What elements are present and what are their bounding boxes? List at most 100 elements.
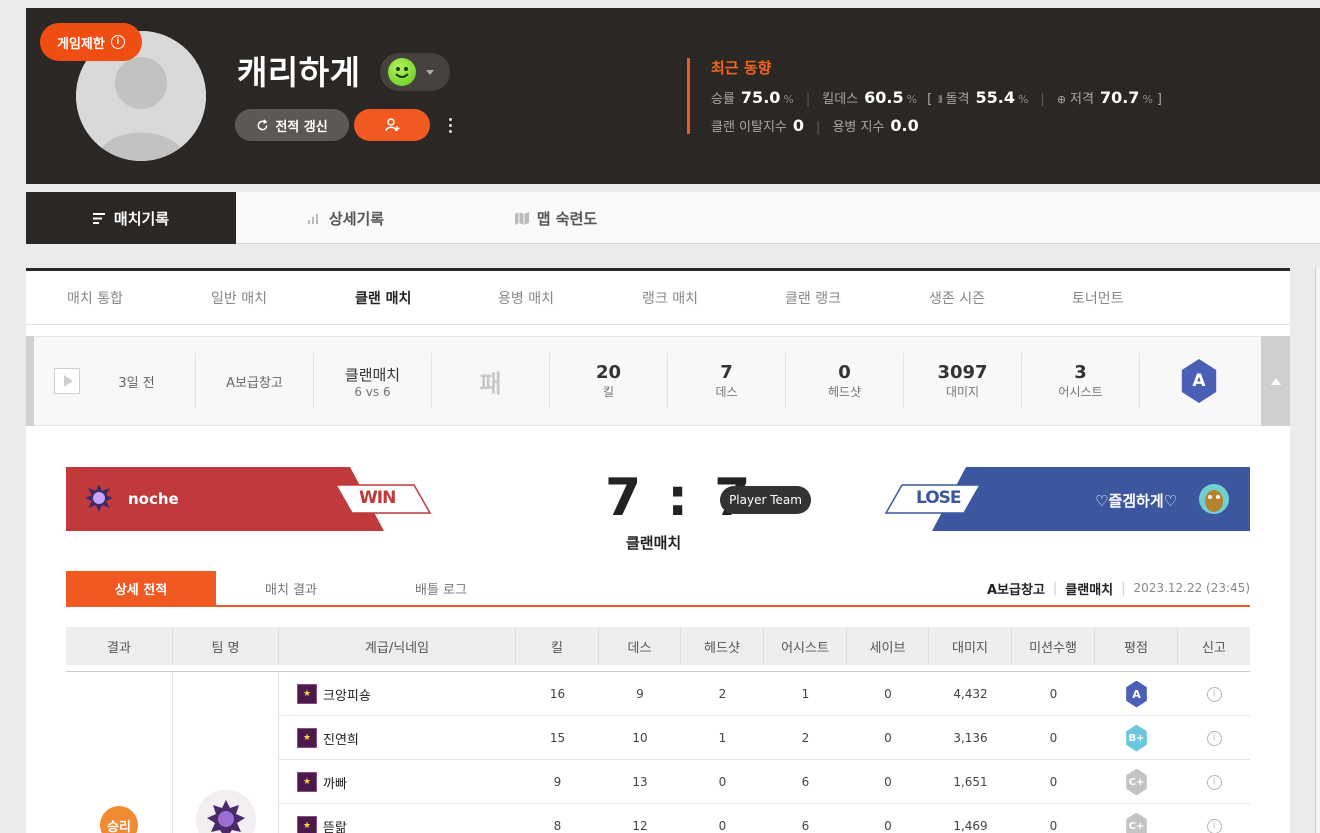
tab-match-record[interactable]: 매치기록 <box>26 192 236 244</box>
rank-icon: ★ <box>297 684 317 704</box>
chevron-down-icon <box>426 69 434 75</box>
player-cell[interactable]: ★ 크앙피숑 <box>297 672 516 716</box>
win-label: WIN <box>359 488 396 508</box>
damage-cell: 1,469 <box>953 819 988 833</box>
kill-cell: 15 <box>549 731 566 745</box>
save-cell: 0 <box>884 687 892 701</box>
subtab-clan[interactable]: 클랜 매치 <box>355 271 411 325</box>
col-death: 데스 <box>599 627 681 665</box>
win-team-name: noche <box>128 490 179 508</box>
match-mode: 클랜매치 <box>1065 582 1114 598</box>
add-friend-button[interactable] <box>354 109 430 141</box>
add-user-icon <box>385 118 400 132</box>
grade-cell: C+ <box>1095 760 1178 804</box>
more-options-icon[interactable] <box>444 111 456 139</box>
unit: % <box>1017 93 1029 106</box>
rifle-icon: ⦀ <box>938 95 943 106</box>
headshot-value: 0 <box>838 362 851 383</box>
recent-trend-title: 최근 동향 <box>711 59 772 77</box>
assist-cell: 6 <box>801 775 810 789</box>
save-cell: 0 <box>884 731 892 745</box>
rifle-value: 55.4 <box>975 88 1015 107</box>
unit: % <box>906 93 918 106</box>
recent-stats-row: 승률 75.0% | 킬데스 60.5% [ ⦀ 돌격 55.4% | ⊕ 저격 70.7%… <box>711 88 1162 107</box>
match-time: 3일 전 <box>78 353 196 409</box>
col-grade: 평점 <box>1095 627 1178 665</box>
win-team-bar: noche WIN <box>66 467 432 531</box>
kill-label: 킬 <box>602 385 615 399</box>
refresh-button[interactable]: 전적 갱신 <box>235 109 349 141</box>
mission-cell: 0 <box>1049 731 1058 745</box>
subtab-tournament[interactable]: 토너먼트 <box>1072 271 1124 325</box>
report-icon[interactable]: i <box>1206 686 1222 702</box>
table-row: ★ 까빠 9 13 0 6 0 1,651 0 C+ i <box>279 760 1250 804</box>
stats-table-header: 결과 팀 명 계급/닉네임 킬 데스 헤드샷 어시스트 세이브 대미지 미션수행… <box>66 627 1250 665</box>
report-icon[interactable]: i <box>1206 818 1222 833</box>
unit: % <box>1142 93 1153 106</box>
player-name: 까빠 <box>323 776 347 792</box>
side-panel-edge <box>1315 268 1320 833</box>
tab-label: 맵 숙련도 <box>536 209 598 228</box>
tab-battle-log[interactable]: 배틀 로그 <box>366 571 516 605</box>
mission-cell: 0 <box>1049 687 1058 701</box>
mission-cell: 0 <box>1049 819 1058 833</box>
match-mode: 클랜매치 6 vs 6 <box>314 353 432 409</box>
subtab-clan-rank[interactable]: 클랜 랭크 <box>785 271 841 325</box>
tab-detail-record[interactable]: 상세기록 <box>276 192 416 244</box>
subtab-all[interactable]: 매치 통합 <box>67 271 123 325</box>
result-strip <box>26 336 34 426</box>
tab-detail-stats[interactable]: 상세 전적 <box>66 571 216 605</box>
headshot-cell: 0 <box>718 775 727 789</box>
nickname: 캐리하게 <box>237 53 361 92</box>
report-icon[interactable]: i <box>1206 730 1222 746</box>
mode-name: 클랜매치 <box>344 365 401 384</box>
player-cell[interactable]: ★ 진연희 <box>297 716 516 760</box>
damage-cell: 1,651 <box>953 775 988 789</box>
player-cell[interactable]: ★ 뜯랆 <box>297 804 516 833</box>
play-replay-button[interactable] <box>54 368 80 394</box>
subtab-survival[interactable]: 생존 시즌 <box>929 271 985 325</box>
match-type-label: 클랜매치 <box>626 534 682 552</box>
rank-icon: ★ <box>297 728 317 748</box>
grade-badge: B+ <box>1126 724 1147 752</box>
assist-label: 어시스트 <box>1058 385 1103 399</box>
grade-cell: A <box>1095 672 1178 716</box>
list-icon <box>92 212 105 224</box>
death-cell: 12 <box>632 819 648 833</box>
damage-cell: 3,136 <box>953 731 988 745</box>
col-kill: 킬 <box>516 627 599 665</box>
col-headshot: 헤드샷 <box>681 627 764 665</box>
match-summary-row[interactable]: 3일 전 A보급창고 클랜매치 6 vs 6 패 20 킬 7 데스 0 헤드샷 309… <box>34 336 1290 426</box>
recent-divider <box>687 58 690 134</box>
tab-match-result[interactable]: 매치 결과 <box>216 571 366 605</box>
collapse-button[interactable] <box>1261 336 1290 426</box>
col-assist: 어시스트 <box>764 627 847 665</box>
subtab-rank[interactable]: 랭크 매치 <box>642 271 698 325</box>
lose-label: LOSE <box>916 488 962 508</box>
tab-map-proficiency[interactable]: 맵 숙련도 <box>486 192 626 244</box>
subtab-merc[interactable]: 용병 매치 <box>498 271 554 325</box>
headshot-cell: 0 <box>718 819 727 833</box>
report-cell: i <box>1178 804 1250 833</box>
player-cell[interactable]: ★ 까빠 <box>297 760 516 804</box>
report-icon[interactable]: i <box>1206 774 1222 790</box>
player-team-badge: Player Team <box>720 486 811 514</box>
game-restrict-badge[interactable]: 게임제한 i <box>40 23 142 61</box>
player-name: 뜯랆 <box>323 820 347 833</box>
match-result: 패 <box>432 353 550 409</box>
emotion-select[interactable] <box>380 53 450 91</box>
assist-cell: 6 <box>801 819 810 833</box>
recent-index-row: 클랜 이탈지수 0 | 용병 지수 0.0 <box>711 116 919 135</box>
tab-label: 매치기록 <box>113 209 170 228</box>
headshot-cell: 1 <box>718 731 727 745</box>
death-cell: 10 <box>632 731 648 745</box>
refresh-label: 전적 갱신 <box>275 119 328 135</box>
subtab-normal[interactable]: 일반 매치 <box>211 271 267 325</box>
grade-cell: B+ <box>1095 716 1178 760</box>
grade-cell: C+ <box>1095 804 1178 833</box>
sniper-label: 저격 <box>1070 92 1094 107</box>
clan-leave-value: 0 <box>792 116 805 135</box>
clan-emblem-icon <box>1198 483 1230 515</box>
lose-team-name: ♡즐겜하게♡ <box>1095 492 1178 510</box>
grade-badge: A <box>1181 359 1217 403</box>
